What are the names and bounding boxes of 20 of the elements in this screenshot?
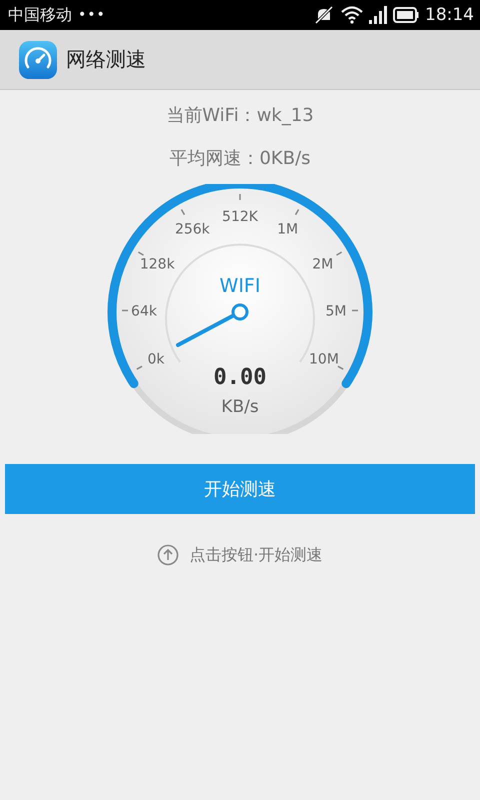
scale-label: 128k bbox=[140, 256, 175, 272]
scale-label: 0k bbox=[148, 352, 165, 368]
speed-reading: 0.00 bbox=[214, 365, 266, 390]
gauge-title: WIFI bbox=[220, 275, 260, 297]
clock-time: 18:14 bbox=[425, 5, 474, 25]
info-line: 当前WiFi：wk_13 bbox=[166, 104, 314, 128]
notification-dots: ••• bbox=[78, 7, 106, 23]
scale-label: 256k bbox=[174, 222, 210, 238]
carrier-name: 中国移动 bbox=[8, 4, 72, 26]
scale-label: 64k bbox=[131, 304, 157, 320]
scale-label: 10M bbox=[309, 352, 339, 368]
scale-label: 5M bbox=[326, 304, 346, 320]
app-title: 网络测速 bbox=[66, 46, 146, 73]
info-line: 平均网速：0KB/s bbox=[169, 147, 311, 171]
scale-label: 2M bbox=[312, 256, 334, 272]
scale-label: 512K bbox=[222, 209, 258, 225]
start-test-button[interactable]: 开始测速 bbox=[5, 464, 475, 514]
hint-text: 点击按钮·开始测速 bbox=[189, 544, 323, 566]
scale-label: 1M bbox=[277, 222, 298, 238]
speed-unit: KB/s bbox=[221, 397, 259, 417]
